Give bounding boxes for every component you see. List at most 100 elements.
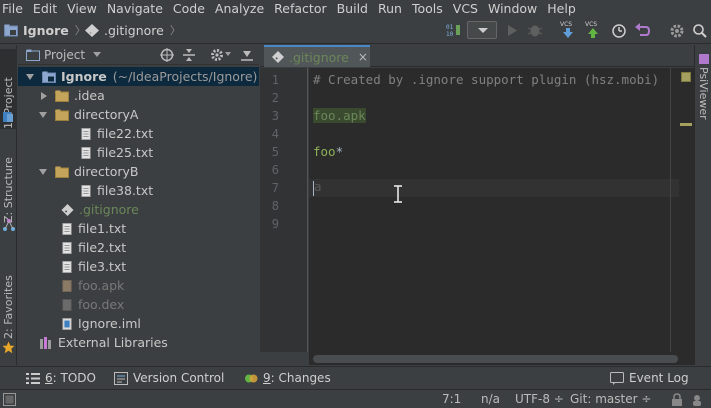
project-view-icon [26, 49, 40, 61]
tree-row-directory-a[interactable]: directoryA [18, 105, 259, 124]
tree-row-file2[interactable]: file2.txt [18, 238, 259, 257]
tool-window-event-log-button[interactable]: Event Log [610, 371, 689, 385]
menu-window[interactable]: Window [483, 0, 542, 17]
hide-panel-icon[interactable] [240, 48, 254, 62]
expand-arrow-icon[interactable] [39, 168, 47, 175]
inspection-status-icon[interactable] [681, 72, 691, 82]
make-project-icon[interactable]: 0110 [444, 22, 462, 39]
editor-vertical-scrollbar[interactable] [679, 68, 694, 352]
line-separator-status[interactable]: n/a [481, 392, 500, 406]
run-config-dropdown[interactable] [467, 21, 497, 39]
tool-window-favorites-tab[interactable]: 2: Favorites [0, 265, 17, 339]
tree-row-idea[interactable]: .idea [18, 86, 259, 105]
code-line-5: foo* [309, 143, 343, 161]
menu-vcs[interactable]: VCS [448, 0, 483, 17]
tree-row-root[interactable]: Ignore (~/IdeaProjects/Ignore) [18, 67, 259, 86]
gear-icon[interactable] [210, 48, 224, 62]
vcs-update-button[interactable]: VCS [559, 20, 577, 38]
expand-arrow-icon[interactable] [39, 111, 47, 118]
folder-icon [55, 109, 69, 121]
tree-row-file1[interactable]: file1.txt [18, 219, 259, 238]
tool-window-psiviewer-label: PsiViewer [697, 67, 710, 120]
tool-window-version-control-button[interactable]: Version Control [114, 371, 224, 385]
tree-item-label: directoryB [74, 164, 139, 179]
line-number: 8 [271, 199, 279, 213]
collapse-arrow-icon[interactable] [41, 91, 47, 100]
tree-row-file25[interactable]: file25.txt [18, 143, 259, 162]
svg-text:VCS: VCS [585, 21, 597, 28]
run-icon[interactable] [506, 22, 518, 39]
code-editor[interactable]: # Created by .ignore support plugin (hsz… [309, 68, 694, 352]
tool-window-structure-tab[interactable]: Z: Structure [0, 143, 17, 223]
tree-row-external-libraries[interactable]: External Libraries [18, 333, 259, 352]
breadcrumb-project-label: Ignore [23, 22, 69, 38]
event-log-label: Event Log [629, 371, 689, 385]
menu-edit[interactable]: Edit [28, 0, 62, 17]
project-panel-title: Project [44, 47, 86, 62]
menu-analyze[interactable]: Analyze [210, 0, 269, 17]
tree-row-directory-b[interactable]: directoryB [18, 162, 259, 181]
git-branch-status[interactable]: Git: master ÷ [570, 392, 651, 406]
todo-label: : TODO [52, 371, 96, 385]
tree-row-file22[interactable]: file22.txt [18, 124, 259, 143]
tool-window-bar: 6: TODO Version Control 9: Changes Event… [0, 366, 711, 388]
line-number: 3 [271, 109, 279, 123]
code-line-7-ghost-char: a [314, 179, 322, 194]
caret-position[interactable]: 7:1 [442, 392, 461, 406]
project-tool-icon [3, 112, 13, 122]
event-log-icon [610, 371, 624, 385]
scroll-from-source-icon[interactable] [160, 48, 174, 62]
debug-icon[interactable] [527, 22, 543, 39]
editor-horizontal-scrollbar[interactable] [309, 352, 694, 365]
warning-stripe-marker[interactable] [680, 123, 692, 126]
tree-item-label: .idea [74, 88, 105, 103]
breadcrumb-project[interactable]: Ignore 〉 [4, 22, 86, 38]
tree-row-foo-dex[interactable]: foo.dex [18, 295, 259, 314]
tree-root-path: (~/IdeaProjects/Ignore) [112, 69, 258, 84]
tool-window-todo-button[interactable]: 6: TODO [26, 371, 96, 385]
line-number: 4 [271, 127, 279, 141]
collapse-all-icon[interactable] [182, 48, 196, 62]
iml-file-icon [62, 317, 72, 330]
menu-refactor[interactable]: Refactor [269, 0, 331, 17]
chevron-down-icon[interactable] [93, 51, 102, 58]
version-control-label: Version Control [133, 371, 225, 385]
settings-icon[interactable] [669, 22, 685, 39]
toggle-tool-windows-icon[interactable] [3, 393, 16, 406]
file-encoding-status[interactable]: UTF-8 ÷ [515, 392, 564, 406]
menu-navigate[interactable]: Navigate [102, 0, 168, 17]
menu-code[interactable]: Code [168, 0, 210, 17]
tree-row-file38[interactable]: file38.txt [18, 181, 259, 200]
tool-window-changes-button[interactable]: 9: Changes [244, 371, 331, 385]
menu-build[interactable]: Build [332, 0, 373, 17]
module-folder-icon [42, 71, 56, 83]
tool-window-psiviewer-tab[interactable]: PsiViewer [695, 51, 711, 131]
revert-icon[interactable] [634, 22, 650, 39]
breadcrumb-file[interactable]: . .gitignore 〉 [85, 22, 181, 38]
tree-row-foo-apk[interactable]: foo.apk [18, 276, 259, 295]
line-number: 6 [271, 163, 279, 177]
chevron-down-icon[interactable] [225, 52, 231, 57]
svg-text:VCS: VCS [560, 21, 572, 28]
close-icon[interactable]: × [358, 50, 368, 64]
vcs-commit-button[interactable]: VCS [584, 20, 602, 38]
menu-help[interactable]: Help [542, 0, 581, 17]
tree-row-ignore-iml[interactable]: Ignore.iml [18, 314, 259, 333]
menu-view[interactable]: View [62, 0, 102, 17]
vcs-commit-icon: VCS [585, 21, 598, 38]
inspector-hector-icon[interactable] [690, 393, 704, 406]
search-icon[interactable] [692, 22, 708, 39]
expand-arrow-icon[interactable] [26, 73, 34, 80]
scrollbar-thumb[interactable] [313, 355, 678, 363]
tree-row-gitignore[interactable]: .gitignore [18, 200, 259, 219]
vcs-history-icon[interactable] [611, 22, 627, 39]
tree-row-file3[interactable]: file3.txt [18, 257, 259, 276]
menu-tools[interactable]: Tools [407, 0, 448, 17]
tab-gitignore[interactable]: .gitignore × [264, 45, 370, 67]
gitignore-file-icon [61, 203, 74, 216]
lock-icon[interactable] [671, 393, 683, 406]
menu-run[interactable]: Run [373, 0, 407, 17]
changes-shortcut: 9 [263, 371, 271, 385]
menu-file[interactable]: File [0, 0, 28, 17]
project-panel-header: Project [18, 45, 259, 65]
